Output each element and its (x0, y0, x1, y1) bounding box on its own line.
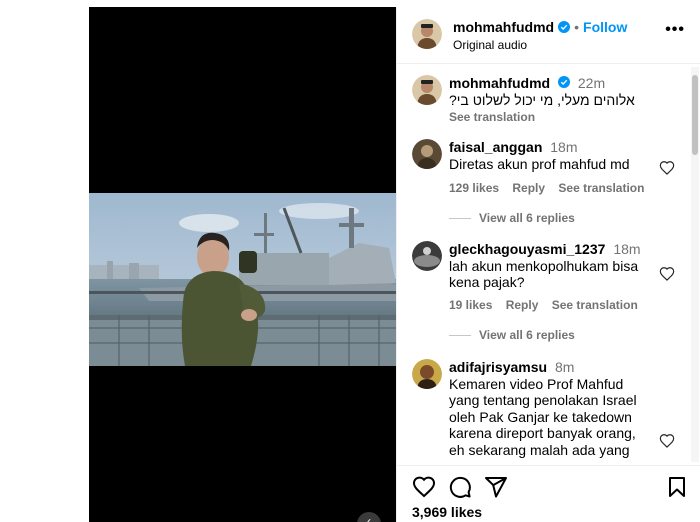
post-actions: 3,969 likes (397, 465, 700, 522)
heart-icon[interactable] (659, 160, 675, 176)
comment-time: 18m (550, 139, 578, 155)
comment-meta: 19 likes Reply See translation (449, 298, 648, 312)
comment-text: Kemaren video Prof Mahfud yang tentang p… (449, 375, 637, 461)
caption-see-translation[interactable]: See translation (449, 109, 659, 126)
comment-body: adifajrisyamsu 8m Kemaren video Prof Mah… (449, 359, 654, 460)
see-translation-button[interactable]: See translation (552, 298, 638, 312)
separator-dot: • (574, 19, 580, 35)
caption-avatar[interactable] (412, 75, 442, 105)
comment-username[interactable]: adifajrisyamsu (449, 359, 547, 375)
caption-body: mohmahfudmd 22m ?אלוהים מעלי, מי יכול לש… (449, 75, 659, 126)
likes-count[interactable]: 3,969 likes (412, 504, 482, 520)
instagram-reel-page: ‹ mohmahfudmd • Follow Original audio ••… (0, 0, 700, 522)
caption-text: ?אלוהים מעלי, מי יכול לשלוט בי (449, 91, 635, 108)
reply-button[interactable]: Reply (512, 181, 545, 195)
see-translation-button[interactable]: See translation (558, 181, 644, 195)
comment-icon[interactable] (448, 475, 472, 499)
replies-divider (449, 217, 471, 219)
comment-time: 8m (554, 359, 575, 375)
comment-text: Diretas akun prof mahfud md (449, 155, 630, 172)
reply-button[interactable]: Reply (506, 298, 539, 312)
comment-likes[interactable]: 129 likes (449, 181, 499, 195)
comments-list: mohmahfudmd 22m ?אלוהים מעלי, מי יכול לש… (397, 65, 689, 460)
verified-badge-icon (558, 76, 570, 88)
heart-icon[interactable] (659, 266, 675, 282)
author-row: mohmahfudmd • Follow (453, 19, 627, 35)
comment-username[interactable]: gleckhagouyasmi_1237 (449, 241, 605, 257)
replies-divider (449, 334, 471, 336)
verified-badge-icon (558, 21, 571, 33)
view-replies-label: View all 6 replies (479, 328, 575, 342)
post-header: mohmahfudmd • Follow Original audio ••• (397, 7, 700, 64)
post-side-panel: mohmahfudmd • Follow Original audio ••• (396, 7, 700, 522)
follow-button[interactable]: Follow (583, 19, 627, 35)
comment-time: 18m (613, 241, 641, 257)
caption-username[interactable]: mohmahfudmd (449, 75, 550, 91)
bookmark-icon[interactable] (665, 475, 689, 499)
caption-time: 22m (577, 75, 606, 91)
comment-body: faisal_anggan 18m Diretas akun prof mahf… (449, 139, 659, 172)
view-replies-button[interactable]: View all 6 replies (449, 328, 575, 342)
more-options-icon[interactable]: ••• (665, 22, 685, 38)
audio-label[interactable]: Original audio (453, 38, 527, 52)
media-panel: ‹ (89, 7, 396, 522)
commenter-avatar[interactable] (412, 139, 442, 169)
author-avatar[interactable] (412, 19, 442, 49)
video-control-button[interactable]: ‹ (357, 512, 381, 522)
heart-icon[interactable] (412, 475, 436, 499)
view-replies-button[interactable]: View all 6 replies (449, 211, 575, 225)
heart-icon[interactable] (659, 433, 675, 449)
view-replies-label: View all 6 replies (479, 211, 575, 225)
commenter-avatar[interactable] (412, 241, 442, 271)
comments-scrollbar[interactable] (691, 67, 699, 462)
comment-meta: 129 likes Reply See translation (449, 181, 654, 195)
author-username[interactable]: mohmahfudmd (453, 19, 554, 35)
comment-text: lah akun menkopolhukam bisa kena pajak? (449, 257, 639, 291)
commenter-avatar[interactable] (412, 359, 442, 389)
comment-username[interactable]: faisal_anggan (449, 139, 542, 155)
video-frame-image (89, 193, 396, 366)
comment-likes[interactable]: 19 likes (449, 298, 492, 312)
scrollbar-thumb[interactable] (692, 75, 698, 155)
comment-body: gleckhagouyasmi_1237 18m lah akun menkop… (449, 241, 659, 291)
share-icon[interactable] (484, 475, 508, 499)
video-player[interactable] (89, 193, 396, 366)
